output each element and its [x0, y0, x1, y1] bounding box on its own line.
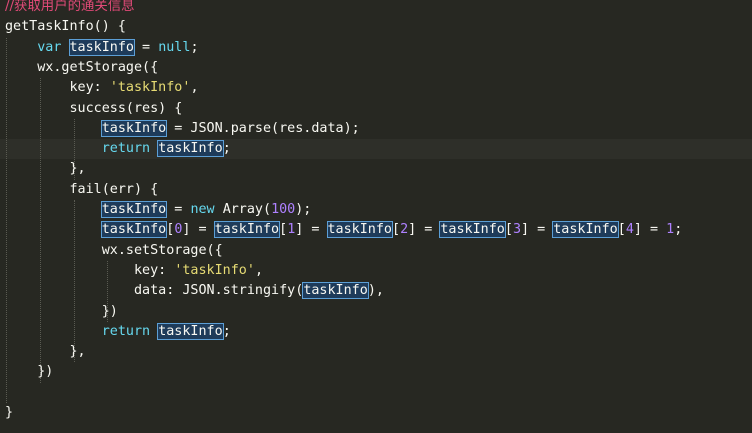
code-line[interactable]: success(res) { [5, 99, 183, 119]
code-token: = [134, 39, 159, 55]
code-token: [ [617, 222, 626, 238]
code-token: = [166, 202, 191, 217]
code-token: ; [222, 323, 231, 339]
code-line[interactable]: data: JSON.stringify(taskInfo), [5, 281, 384, 301]
code-token: getTaskInfo() { [5, 19, 126, 35]
code-line[interactable]: key: 'taskInfo', [5, 261, 263, 281]
code-token: ); [295, 202, 312, 217]
code-token: ] = [633, 222, 667, 238]
number-token: 4 [625, 222, 634, 238]
code-token: Array( [222, 202, 272, 217]
code-token: }, [69, 161, 86, 177]
code-token: key: [69, 80, 110, 96]
code-line[interactable]: wx.getStorage({ [5, 58, 158, 78]
highlighted-identifier: taskInfo [552, 221, 619, 239]
keyword-token: return [101, 141, 159, 157]
code-token: ] = [521, 222, 554, 238]
code-line[interactable]: taskInfo = JSON.parse(res.data); [5, 119, 360, 139]
code-token: ; [190, 39, 199, 55]
number-token: 1 [666, 222, 675, 238]
code-token: ), [367, 283, 384, 299]
highlighted-identifier: taskInfo [100, 201, 168, 218]
number-token: 100 [271, 202, 296, 217]
highlighted-identifier: taskInfo [326, 221, 393, 239]
code-token: fail(err) { [69, 181, 159, 197]
code-line[interactable]: } [5, 403, 13, 423]
code-token: wx.setStorage({ [101, 242, 223, 258]
string-token: 'taskInfo' [174, 262, 255, 278]
highlighted-identifier: taskInfo [213, 221, 281, 239]
code-token: }) [37, 364, 54, 380]
keyword-token: return [101, 323, 159, 339]
code-token: }, [69, 344, 86, 360]
code-line[interactable]: key: 'taskInfo', [5, 78, 199, 98]
code-token: ; [674, 222, 683, 238]
highlighted-identifier: taskInfo [157, 140, 224, 158]
code-token: , [190, 80, 199, 96]
code-line[interactable]: taskInfo[0] = taskInfo[1] = taskInfo[2] … [5, 220, 682, 240]
highlighted-identifier: taskInfo [439, 221, 506, 239]
code-editor[interactable]: //获取用户的通关信息 getTaskInfo() { var taskInfo … [0, 0, 752, 433]
keyword-token: new [190, 202, 223, 217]
code-token: }) [101, 303, 118, 319]
code-line[interactable]: return taskInfo; [5, 139, 231, 159]
code-line[interactable]: //获取用户的通关信息 [5, 0, 135, 17]
code-line[interactable]: }) [5, 362, 53, 382]
highlighted-identifier: taskInfo [100, 221, 168, 239]
comment-token: //获取用户的通关信息 [5, 0, 135, 14]
code-token: [ [504, 222, 513, 238]
code-line[interactable]: return taskInfo; [5, 322, 231, 342]
highlighted-identifier: taskInfo [100, 119, 168, 137]
code-token: [ [392, 222, 401, 238]
code-token: data: JSON.stringify( [134, 283, 304, 299]
number-token: 2 [400, 222, 409, 238]
code-line[interactable]: var taskInfo = null; [5, 38, 199, 58]
code-token: , [254, 262, 263, 278]
highlighted-identifier: taskInfo [68, 38, 135, 56]
number-token: 3 [512, 222, 521, 238]
code-token: ] = [182, 222, 215, 238]
highlighted-identifier: taskInfo [157, 322, 224, 340]
code-line[interactable]: }, [5, 342, 86, 362]
string-token: 'taskInfo' [109, 80, 191, 96]
code-line[interactable]: getTaskInfo() { [5, 17, 126, 37]
code-token: success(res) { [69, 100, 183, 116]
code-token: } [5, 405, 14, 420]
code-token: = JSON.parse(res.data); [166, 120, 360, 136]
code-line[interactable]: }) [5, 302, 118, 322]
keyword-token: var [37, 39, 70, 55]
code-token: key: [134, 262, 175, 278]
highlighted-identifier: taskInfo [302, 282, 369, 300]
code-line[interactable]: wx.setStorage({ [5, 241, 223, 261]
code-token: ] = [295, 222, 328, 238]
code-line[interactable]: taskInfo = new Array(100); [5, 200, 311, 220]
code-token: wx.getStorage({ [37, 59, 159, 75]
code-token: [ [279, 222, 288, 238]
code-line[interactable]: }, [5, 159, 86, 179]
code-line[interactable]: fail(err) { [5, 180, 159, 200]
code-token: ; [222, 141, 231, 157]
code-token: ] = [408, 222, 441, 238]
keyword-token: null [158, 39, 191, 55]
